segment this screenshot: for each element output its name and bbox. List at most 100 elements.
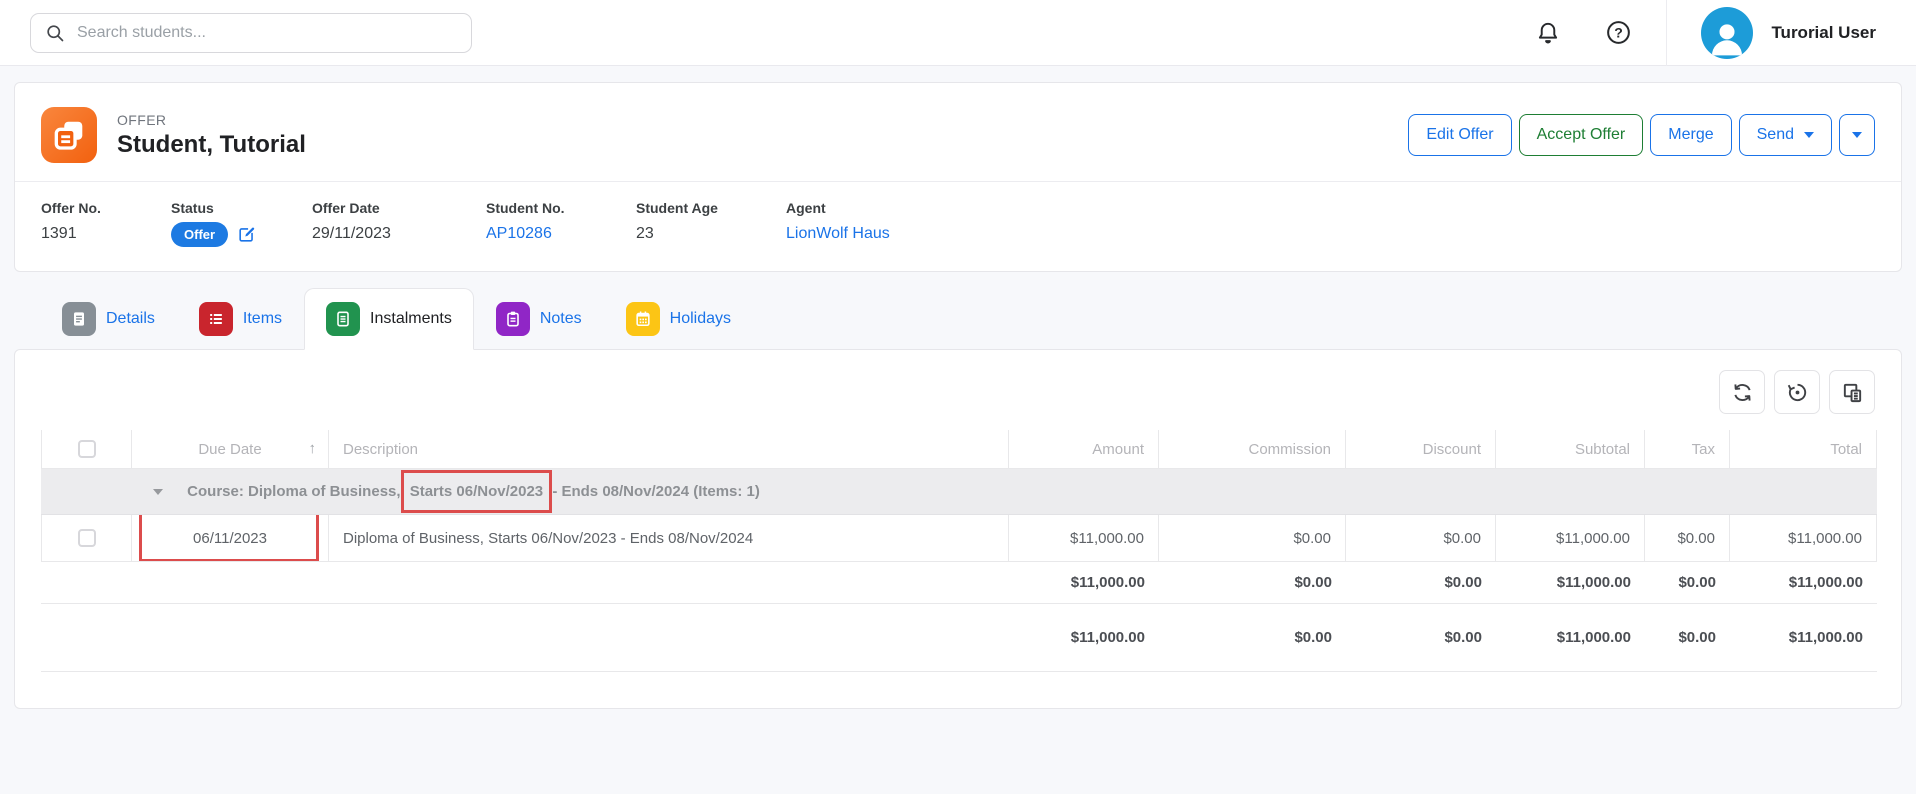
row-checkbox[interactable]: [78, 529, 96, 547]
column-amount[interactable]: Amount: [1009, 430, 1159, 469]
select-all-checkbox[interactable]: [78, 440, 96, 458]
due-date-cell: 06/11/2023: [132, 515, 329, 562]
send-button[interactable]: Send: [1739, 114, 1832, 156]
notifications-button[interactable]: [1529, 14, 1567, 52]
more-actions-button[interactable]: [1839, 114, 1875, 156]
column-commission[interactable]: Commission: [1159, 430, 1346, 469]
grand-total-commission: $0.00: [1159, 604, 1346, 672]
offer-date-value: 29/11/2023: [312, 225, 486, 243]
student-no-label: Student No.: [486, 200, 636, 216]
offer-card-top: OFFER Student, Tutorial Edit Offer Accep…: [15, 83, 1901, 181]
collapse-group-icon[interactable]: [153, 489, 163, 495]
clipboard-icon: [496, 302, 530, 336]
group-total-total: $11,000.00: [1730, 562, 1877, 604]
offer-title-block: OFFER Student, Tutorial: [117, 112, 306, 159]
offer-no-value: 1391: [41, 225, 171, 243]
search-box[interactable]: [30, 13, 472, 53]
search-icon: [45, 23, 65, 43]
tab-notes[interactable]: Notes: [474, 291, 604, 350]
tab-bar: Details Items Instalments Notes Holidays: [40, 288, 1902, 350]
list-icon: [199, 302, 233, 336]
topbar: ? Turorial User: [0, 0, 1916, 66]
info-agent: Agent LionWolf Haus: [786, 200, 890, 247]
instalments-table: Due Date↑ Description Amount Commission …: [41, 430, 1877, 672]
amount-cell: $11,000.00: [1009, 515, 1159, 562]
bell-icon: [1535, 20, 1561, 46]
grand-total-total: $11,000.00: [1730, 604, 1877, 672]
info-status: Status Offer: [171, 200, 312, 247]
group-total-commission: $0.00: [1159, 562, 1346, 604]
group-total-amount: $11,000.00: [1009, 562, 1159, 604]
info-student-age: Student Age 23: [636, 200, 786, 247]
agent-link[interactable]: LionWolf Haus: [786, 225, 890, 243]
group-total-subtotal: $11,000.00: [1496, 562, 1645, 604]
help-icon: ?: [1605, 19, 1632, 46]
send-label: Send: [1757, 126, 1794, 144]
tab-details-label: Details: [106, 310, 155, 328]
calendar-icon: [626, 302, 660, 336]
grand-total-tax: $0.00: [1645, 604, 1730, 672]
course-group-row: Course: Diploma of Business, Starts 06/N…: [41, 469, 1877, 515]
commission-cell: $0.00: [1159, 515, 1346, 562]
offer-date-label: Offer Date: [312, 200, 486, 216]
tab-items-label: Items: [243, 310, 282, 328]
offer-header-card: OFFER Student, Tutorial Edit Offer Accep…: [14, 82, 1902, 272]
student-no-link[interactable]: AP10286: [486, 225, 636, 243]
tab-instalments[interactable]: Instalments: [304, 288, 474, 350]
group-text-suffix: - Ends 08/Nov/2024 (Items: 1): [552, 483, 760, 500]
tab-holidays-label: Holidays: [670, 310, 731, 328]
offer-identity: OFFER Student, Tutorial: [41, 107, 306, 163]
tab-instalments-label: Instalments: [370, 310, 452, 328]
offer-no-label: Offer No.: [41, 200, 171, 216]
edit-status-icon[interactable]: [237, 225, 256, 244]
chevron-down-icon: [1804, 132, 1814, 138]
group-total-discount: $0.00: [1346, 562, 1496, 604]
agent-label: Agent: [786, 200, 890, 216]
grand-totals-row: $11,000.00 $0.00 $0.00 $11,000.00 $0.00 …: [41, 604, 1877, 672]
column-due-date[interactable]: Due Date↑: [132, 430, 329, 469]
edit-offer-button[interactable]: Edit Offer: [1408, 114, 1511, 156]
column-description[interactable]: Description: [329, 430, 1009, 469]
column-subtotal[interactable]: Subtotal: [1496, 430, 1645, 469]
topbar-right: ? Turorial User: [1529, 0, 1916, 65]
column-discount[interactable]: Discount: [1346, 430, 1496, 469]
grand-total-amount: $11,000.00: [1009, 604, 1159, 672]
document-icon: [62, 302, 96, 336]
user-menu[interactable]: Turorial User: [1667, 7, 1916, 59]
search-input[interactable]: [77, 24, 457, 42]
column-total[interactable]: Total: [1730, 430, 1877, 469]
tab-holidays[interactable]: Holidays: [604, 291, 753, 350]
copy-button[interactable]: [1829, 370, 1875, 414]
history-button[interactable]: [1774, 370, 1820, 414]
user-name: Turorial User: [1771, 23, 1876, 43]
chevron-down-icon: [1852, 132, 1862, 138]
help-button[interactable]: ?: [1599, 13, 1638, 52]
column-tax[interactable]: Tax: [1645, 430, 1730, 469]
group-text-prefix: Course: Diploma of Business,: [187, 483, 400, 500]
grand-total-discount: $0.00: [1346, 604, 1496, 672]
info-student-no: Student No. AP10286: [486, 200, 636, 247]
status-badge: Offer: [171, 222, 228, 247]
offer-type-label: OFFER: [117, 112, 306, 128]
sort-ascending-icon: ↑: [309, 440, 317, 457]
refresh-button[interactable]: [1719, 370, 1765, 414]
edit-offer-label: Edit Offer: [1426, 126, 1493, 144]
tab-items[interactable]: Items: [177, 291, 304, 350]
offer-pages-icon: [41, 107, 97, 163]
subtotal-cell: $11,000.00: [1496, 515, 1645, 562]
group-totals-row: $11,000.00 $0.00 $0.00 $11,000.00 $0.00 …: [41, 562, 1877, 604]
offer-actions: Edit Offer Accept Offer Merge Send: [1408, 114, 1875, 156]
tax-cell: $0.00: [1645, 515, 1730, 562]
description-cell: Diploma of Business, Starts 06/Nov/2023 …: [329, 515, 1009, 562]
student-age-value: 23: [636, 225, 786, 243]
svg-text:?: ?: [1615, 24, 1624, 40]
accept-offer-button[interactable]: Accept Offer: [1519, 114, 1644, 156]
info-offer-no: Offer No. 1391: [41, 200, 171, 247]
history-icon: [1786, 381, 1809, 404]
refresh-icon: [1731, 381, 1754, 404]
discount-cell: $0.00: [1346, 515, 1496, 562]
merge-button[interactable]: Merge: [1650, 114, 1731, 156]
tab-details[interactable]: Details: [40, 291, 177, 350]
page-title: Student, Tutorial: [117, 131, 306, 159]
select-all-cell: [41, 430, 132, 469]
